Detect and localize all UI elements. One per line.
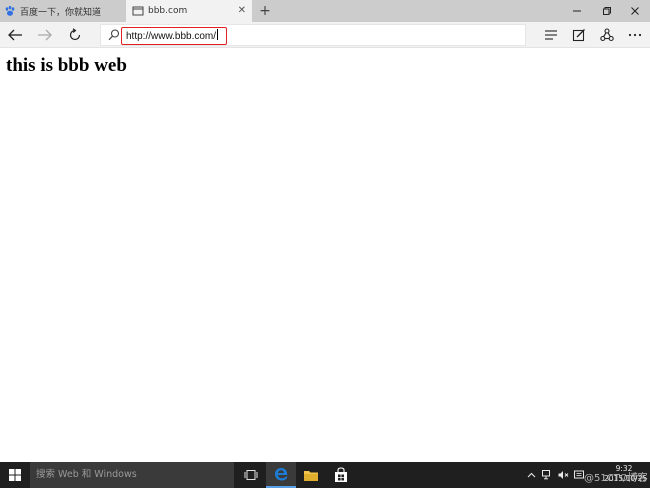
- share-button[interactable]: [596, 24, 618, 46]
- taskbar-edge-button[interactable]: [266, 462, 296, 488]
- folder-icon: [304, 470, 318, 481]
- forward-arrow-icon: [38, 29, 52, 41]
- volume-button[interactable]: [556, 462, 570, 488]
- windows-logo-icon: [9, 469, 21, 481]
- hub-button[interactable]: [540, 24, 562, 46]
- navigation-bar: http://www.bbb.com/: [0, 22, 650, 48]
- close-tab-icon[interactable]: ✕: [238, 4, 246, 18]
- taskbar-search-box[interactable]: 搜索 Web 和 Windows: [30, 462, 234, 488]
- web-note-button[interactable]: [568, 24, 590, 46]
- start-button[interactable]: [0, 462, 30, 488]
- url-text: http://www.bbb.com/: [126, 31, 217, 42]
- text-caret: [217, 29, 219, 40]
- page-heading: this is bbb web: [6, 55, 127, 76]
- back-button[interactable]: [4, 24, 26, 46]
- share-icon: [600, 28, 614, 42]
- taskbar-store-button[interactable]: [326, 462, 356, 488]
- search-icon: [108, 29, 120, 41]
- refresh-icon: [69, 28, 81, 41]
- web-page-content: this is bbb web: [0, 49, 650, 462]
- taskbar-file-explorer-button[interactable]: [296, 462, 326, 488]
- speaker-muted-icon: [558, 471, 568, 479]
- forward-button[interactable]: [34, 24, 56, 46]
- network-button[interactable]: [540, 462, 554, 488]
- minimize-icon[interactable]: [562, 0, 592, 22]
- notification-icon: [574, 470, 584, 479]
- address-bar[interactable]: http://www.bbb.com/: [100, 24, 526, 46]
- tab-title: bbb.com: [148, 6, 188, 16]
- store-bag-icon: [335, 467, 347, 482]
- close-window-icon[interactable]: [620, 0, 650, 22]
- chevron-up-icon: [527, 472, 535, 478]
- tab-bbb[interactable]: bbb.com ✕: [126, 0, 252, 22]
- page-icon: [132, 5, 144, 17]
- restore-icon[interactable]: [592, 0, 622, 22]
- search-placeholder: 搜索 Web 和 Windows: [36, 469, 137, 480]
- back-arrow-icon: [8, 29, 22, 41]
- task-view-icon: [244, 470, 258, 480]
- more-dots-icon: [628, 33, 642, 37]
- baidu-paw-icon: [4, 5, 16, 17]
- pen-note-icon: [572, 29, 585, 42]
- edge-browser-icon: [275, 468, 288, 481]
- show-hidden-icons-button[interactable]: [524, 462, 538, 488]
- new-tab-button[interactable]: +: [256, 1, 274, 21]
- taskbar: 搜索 Web 和 Windows 9:32 2015/10/25: [0, 462, 650, 488]
- browser-window: 百度一下，你就知道 bbb.com ✕ + http://www.bbb.com…: [0, 0, 650, 488]
- watermark: @51CTO博客: [584, 473, 648, 484]
- task-view-button[interactable]: [236, 462, 266, 488]
- tab-baidu[interactable]: 百度一下，你就知道: [0, 0, 124, 22]
- tab-title: 百度一下，你就知道: [20, 7, 102, 18]
- more-button[interactable]: [624, 24, 646, 46]
- hub-icon: [545, 30, 557, 40]
- network-icon: [541, 470, 550, 480]
- refresh-button[interactable]: [64, 24, 86, 46]
- url-input[interactable]: http://www.bbb.com/: [121, 27, 227, 45]
- tab-strip: 百度一下，你就知道 bbb.com ✕ +: [0, 0, 650, 22]
